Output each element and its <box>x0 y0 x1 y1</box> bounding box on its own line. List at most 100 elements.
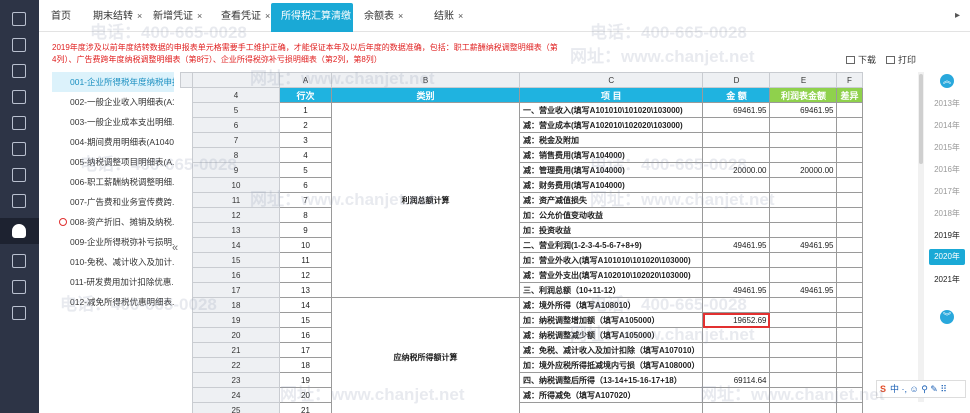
year-item[interactable]: 2016年 <box>929 164 965 175</box>
amount-cell[interactable] <box>702 402 771 413</box>
rail-icon-10[interactable] <box>12 280 26 294</box>
amount-cell[interactable] <box>702 192 771 208</box>
difference-cell[interactable] <box>836 327 863 343</box>
report-list-item[interactable]: 012-减免所得税优惠明细表... <box>52 292 174 312</box>
row-number[interactable]: 20 <box>192 327 280 343</box>
row-number[interactable]: 15 <box>192 252 280 268</box>
item-cell[interactable]: 四、纳税调整后所得（13-14+15-16-17+18） <box>518 372 704 388</box>
line-number-cell[interactable]: 11 <box>279 252 332 268</box>
profit-amount-cell[interactable]: 20000.00 <box>769 162 838 178</box>
line-number-cell[interactable]: 13 <box>279 282 332 298</box>
close-icon[interactable]: × <box>197 11 202 21</box>
row-number[interactable]: 9 <box>192 162 280 178</box>
report-list-item[interactable]: 002-一般企业收入明细表(A10... <box>52 92 174 112</box>
row-number[interactable]: 8 <box>192 147 280 163</box>
profit-amount-cell[interactable] <box>769 117 838 133</box>
amount-cell[interactable] <box>702 117 771 133</box>
line-number-cell[interactable]: 1 <box>279 102 332 118</box>
category-cell[interactable]: 应纳税所得额计算 <box>331 297 520 413</box>
tab-6[interactable]: 结账 × <box>424 3 470 32</box>
difference-cell[interactable] <box>836 402 863 413</box>
report-list-item[interactable]: 010-免税、减计收入及加计... <box>52 252 174 272</box>
difference-cell[interactable] <box>836 372 863 388</box>
year-down-icon[interactable]: ︾ <box>940 310 954 324</box>
column-letter[interactable]: D <box>702 72 771 88</box>
amount-cell[interactable] <box>702 252 771 268</box>
difference-cell[interactable] <box>836 252 863 268</box>
item-cell[interactable]: 减：财务费用(填写A104000) <box>518 177 704 193</box>
item-cell[interactable]: 减：营业成本(填写A102010\102020\103000) <box>518 117 704 133</box>
rail-icon-0[interactable] <box>12 12 26 26</box>
tab-5[interactable]: 余额表 × <box>354 3 422 32</box>
column-letter[interactable]: B <box>331 72 520 88</box>
row-number[interactable]: 4 <box>192 87 280 103</box>
tab-0[interactable]: 首页 <box>41 3 81 32</box>
line-number-cell[interactable]: 2 <box>279 117 332 133</box>
profit-amount-cell[interactable] <box>769 222 838 238</box>
row-number[interactable]: 13 <box>192 222 280 238</box>
amount-cell[interactable] <box>702 207 771 223</box>
line-number-cell[interactable]: 9 <box>279 222 332 238</box>
sheet-scrollbar[interactable] <box>918 72 924 402</box>
profit-amount-cell[interactable] <box>769 207 838 223</box>
difference-cell[interactable] <box>836 237 863 253</box>
difference-cell[interactable] <box>836 357 863 373</box>
amount-cell[interactable]: 19652.69 <box>702 312 771 328</box>
profit-amount-cell[interactable] <box>769 312 838 328</box>
line-number-cell[interactable]: 18 <box>279 357 332 373</box>
item-cell[interactable]: 一、营业收入(填写A101010\101020\103000) <box>518 102 704 118</box>
row-number[interactable]: 10 <box>192 177 280 193</box>
row-number[interactable]: 17 <box>192 282 280 298</box>
line-number-cell[interactable]: 3 <box>279 132 332 148</box>
row-number[interactable]: 19 <box>192 312 280 328</box>
tax-icon[interactable] <box>12 224 26 238</box>
profit-amount-cell[interactable] <box>769 342 838 358</box>
tab-1[interactable]: 期末结转 × <box>83 3 142 32</box>
difference-cell[interactable] <box>836 177 863 193</box>
line-number-cell[interactable]: 12 <box>279 267 332 283</box>
amount-cell[interactable] <box>702 222 771 238</box>
item-cell[interactable]: 加：投资收益 <box>518 222 704 238</box>
item-cell[interactable]: 加：纳税调整增加额（填写A105000） <box>518 312 704 328</box>
item-cell[interactable]: 加：公允价值变动收益 <box>518 207 704 223</box>
year-item[interactable]: 2019年 <box>929 230 965 241</box>
row-number[interactable]: 16 <box>192 267 280 283</box>
row-number[interactable]: 18 <box>192 297 280 313</box>
amount-cell[interactable]: 69461.95 <box>702 102 771 118</box>
close-icon[interactable]: × <box>398 11 403 21</box>
item-cell[interactable]: 减：境外所得（填写A108010） <box>518 297 704 313</box>
difference-cell[interactable] <box>836 342 863 358</box>
profit-amount-cell[interactable] <box>769 402 838 413</box>
amount-cell[interactable] <box>702 357 771 373</box>
profit-amount-cell[interactable] <box>769 297 838 313</box>
row-number[interactable]: 14 <box>192 237 280 253</box>
row-number[interactable]: 23 <box>192 372 280 388</box>
report-list-item[interactable]: 005-纳税调整项目明细表(A... <box>52 152 174 172</box>
tab-3[interactable]: 查看凭证 × <box>211 3 270 32</box>
column-letter[interactable]: C <box>518 72 704 88</box>
row-number[interactable]: 25 <box>192 402 280 413</box>
year-item[interactable]: 2021年 <box>929 274 965 285</box>
line-number-cell[interactable]: 20 <box>279 387 332 403</box>
difference-cell[interactable] <box>836 132 863 148</box>
report-list-item[interactable]: 008-资产折旧、摊销及纳税... <box>52 212 174 232</box>
difference-cell[interactable] <box>836 222 863 238</box>
amount-cell[interactable] <box>702 297 771 313</box>
line-number-cell[interactable]: 21 <box>279 402 332 413</box>
rail-icon-9[interactable] <box>12 254 26 268</box>
profit-amount-cell[interactable] <box>769 177 838 193</box>
row-number[interactable]: 24 <box>192 387 280 403</box>
row-number[interactable]: 6 <box>192 117 280 133</box>
row-number[interactable]: 11 <box>192 192 280 208</box>
profit-amount-cell[interactable]: 49461.95 <box>769 282 838 298</box>
report-list-item[interactable]: 001-企业所得税年度纳税申报... <box>52 72 174 92</box>
rail-icon-6[interactable] <box>12 168 26 182</box>
row-number[interactable]: 7 <box>192 132 280 148</box>
year-up-icon[interactable]: ︽ <box>940 74 954 88</box>
item-cell[interactable]: 减：资产减值损失 <box>518 192 704 208</box>
row-number[interactable]: 22 <box>192 357 280 373</box>
category-cell[interactable]: 利润总额计算 <box>331 102 520 298</box>
item-cell[interactable]: 加：营业外收入(填写A101010\101020\103000) <box>518 252 704 268</box>
difference-cell[interactable] <box>836 312 863 328</box>
amount-cell[interactable] <box>702 267 771 283</box>
